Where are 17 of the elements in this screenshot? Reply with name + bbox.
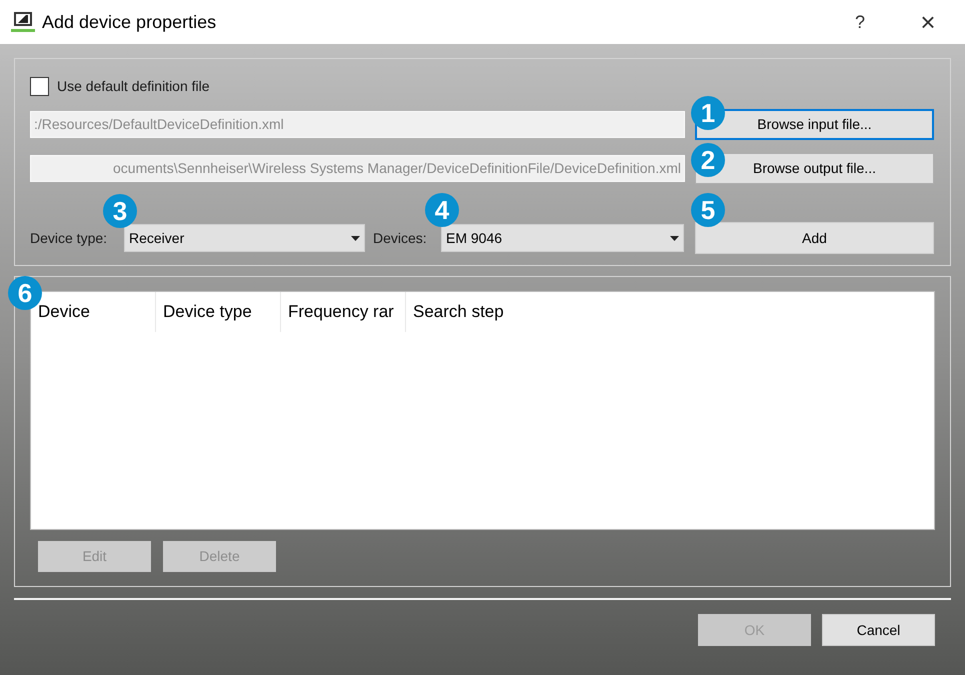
column-header[interactable]: Frequency rar [281,292,406,332]
dropdown-arrow-icon [351,236,360,240]
dropdown[interactable]: EM 9046 [441,224,684,252]
help-button[interactable]: ? [845,8,875,36]
add-button[interactable]: Add [695,222,934,254]
field-label: Devices: [373,228,428,248]
dropdown[interactable]: Receiver [124,224,365,252]
cancel-button[interactable]: Cancel [822,614,935,646]
field-label: Device type: [30,228,108,248]
column-header[interactable]: Search step [406,292,536,332]
app-logo-icon [10,10,36,34]
dropdown-arrow-icon [670,236,679,240]
window-title: Add device properties [42,10,216,34]
checkbox-label: Use default definition file [57,76,210,96]
checkbox[interactable] [30,76,49,96]
column-header[interactable]: Device type [156,292,281,332]
close-button[interactable]: × [913,2,943,42]
